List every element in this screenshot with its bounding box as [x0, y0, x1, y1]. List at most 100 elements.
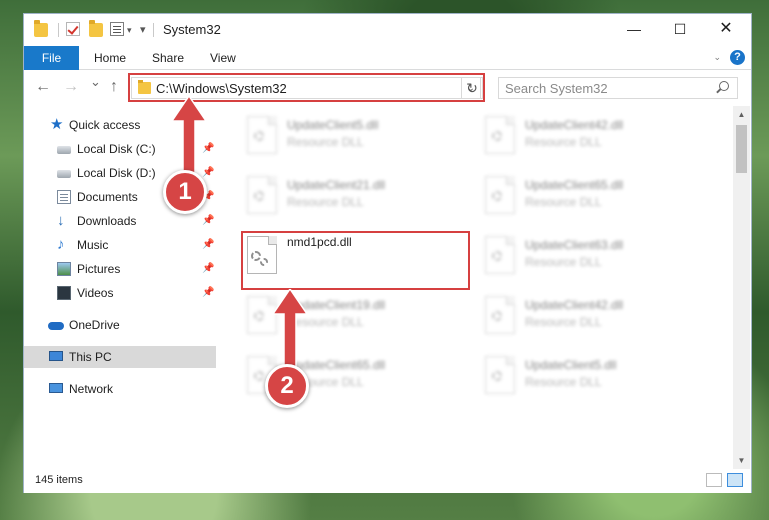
tab-home[interactable]: Home: [94, 46, 126, 70]
dll-file-icon: [247, 116, 277, 154]
vertical-scrollbar[interactable]: ▲ ▼: [733, 106, 750, 469]
pin-icon[interactable]: 📌: [202, 215, 214, 226]
title-separator-2: [153, 23, 154, 37]
sidebar-item-label: Quick access: [69, 118, 141, 132]
videos-icon: [57, 286, 71, 300]
file-name: UpdateClient63.dll: [525, 238, 624, 252]
sidebar-item-label: Pictures: [77, 262, 121, 276]
dll-file-icon: [485, 116, 515, 154]
help-icon[interactable]: ?: [730, 50, 745, 65]
callout-badge-2: 2: [265, 364, 309, 408]
file-item[interactable]: UpdateClient21.dll Resource DLL: [241, 170, 471, 226]
sidebar-item-label: Downloads: [77, 214, 137, 228]
file-item[interactable]: UpdateClient42.dll Resource DLL: [479, 110, 709, 166]
status-bar: 145 items: [24, 469, 751, 493]
title-separator: [58, 23, 59, 37]
forward-button[interactable]: →: [63, 78, 79, 96]
sidebar-item-label: Local Disk (D:): [77, 166, 156, 180]
file-name: UpdateClient5.dll: [525, 358, 617, 372]
download-icon: ↓: [57, 212, 65, 229]
file-name: UpdateClient65.dll: [525, 178, 624, 192]
file-type: Resource DLL: [525, 315, 602, 329]
new-folder-icon[interactable]: [89, 20, 103, 37]
expand-ribbon-icon[interactable]: ⌄: [713, 52, 721, 63]
tab-share[interactable]: Share: [152, 46, 184, 70]
file-type: Resource DLL: [525, 195, 602, 209]
dll-file-icon: [485, 236, 515, 274]
tiles-view-icon[interactable]: [727, 473, 743, 487]
onedrive-icon: [48, 322, 64, 330]
file-highlight-box: [241, 231, 470, 290]
sidebar-item-label: Music: [77, 238, 109, 252]
sidebar-item-label: Network: [69, 382, 114, 396]
file-name: UpdateClient21.dll: [287, 178, 386, 192]
tab-file[interactable]: File: [24, 46, 79, 70]
customize-toolbar-icon[interactable]: ▾: [140, 23, 146, 36]
pictures-icon: [57, 262, 71, 276]
file-type: Resource DLL: [525, 255, 602, 269]
sidebar-item-onedrive[interactable]: OneDrive: [24, 314, 216, 336]
item-count: 145 items: [35, 474, 83, 486]
file-item[interactable]: UpdateClient42.dll Resource DLL: [479, 290, 709, 346]
details-view-icon[interactable]: [706, 473, 722, 487]
ribbon-tabs: File Home Share View ⌄ ?: [24, 46, 751, 70]
documents-icon: [57, 190, 71, 204]
title-bar: ▾ ▾ System32 — ☐ ✕: [24, 14, 751, 46]
search-box[interactable]: Search System32: [498, 77, 738, 99]
scroll-thumb[interactable]: [736, 125, 747, 173]
properties-check-icon[interactable]: [66, 22, 80, 36]
dll-file-icon: [485, 176, 515, 214]
sidebar-item-network[interactable]: Network: [24, 378, 216, 400]
back-button[interactable]: ←: [35, 78, 51, 96]
sidebar-item-videos[interactable]: Videos 📌: [24, 282, 216, 304]
disk-icon: [57, 146, 71, 154]
sidebar-item-label: This PC: [69, 350, 112, 364]
file-type: Resource DLL: [525, 135, 602, 149]
window-title: System32: [163, 22, 221, 37]
search-icon[interactable]: [719, 81, 729, 91]
callout-arrow-1: [170, 96, 208, 176]
file-type: Resource DLL: [525, 375, 602, 389]
sidebar-item-pictures[interactable]: Pictures 📌: [24, 258, 216, 280]
pin-icon[interactable]: 📌: [202, 287, 214, 298]
pin-icon[interactable]: 📌: [202, 239, 214, 250]
dll-file-icon: [485, 296, 515, 334]
sidebar-item-label: Videos: [77, 286, 114, 300]
file-name: UpdateClient42.dll: [525, 298, 624, 312]
pin-icon[interactable]: 📌: [202, 263, 214, 274]
file-name: UpdateClient42.dll: [525, 118, 624, 132]
sidebar-item-label: OneDrive: [69, 318, 120, 332]
file-name: UpdateClient5.dll: [287, 118, 379, 132]
quick-access-toolbar-icon[interactable]: [110, 22, 124, 36]
scroll-up-icon[interactable]: ▲: [733, 106, 750, 123]
toolbar-dropdown-icon[interactable]: ▾: [127, 25, 132, 36]
this-pc-icon: [49, 351, 63, 361]
sidebar-item-label: Documents: [77, 190, 138, 204]
dll-file-icon: [485, 356, 515, 394]
network-icon: [49, 383, 63, 393]
recent-locations-button[interactable]: ⌄: [90, 74, 101, 90]
file-item[interactable]: UpdateClient65.dll Resource DLL: [479, 170, 709, 226]
minimize-button[interactable]: —: [611, 14, 657, 44]
sidebar-item-label: Local Disk (C:): [77, 142, 156, 156]
file-item[interactable]: UpdateClient63.dll Resource DLL: [479, 230, 709, 286]
folder-icon: [34, 20, 48, 37]
up-button[interactable]: ↑: [110, 78, 118, 96]
file-item[interactable]: UpdateClient5.dll Resource DLL: [241, 110, 471, 166]
disk-icon: [57, 170, 71, 178]
sidebar-item-music[interactable]: ♪ Music 📌: [24, 234, 216, 256]
sidebar-item-this-pc[interactable]: This PC: [24, 346, 216, 368]
maximize-button[interactable]: ☐: [657, 14, 703, 44]
music-icon: ♪: [57, 236, 65, 253]
callout-badge-1: 1: [163, 170, 207, 214]
tab-view[interactable]: View: [210, 46, 236, 70]
file-type: Resource DLL: [287, 135, 364, 149]
explorer-window: ▾ ▾ System32 — ☐ ✕ File Home Share View …: [23, 13, 752, 493]
file-item[interactable]: UpdateClient5.dll Resource DLL: [479, 350, 709, 406]
search-placeholder: Search System32: [505, 81, 608, 96]
callout-arrow-2: [271, 289, 309, 369]
dll-file-icon: [247, 176, 277, 214]
scroll-down-icon[interactable]: ▼: [733, 452, 750, 469]
close-button[interactable]: ✕: [703, 14, 749, 44]
file-type: Resource DLL: [287, 195, 364, 209]
